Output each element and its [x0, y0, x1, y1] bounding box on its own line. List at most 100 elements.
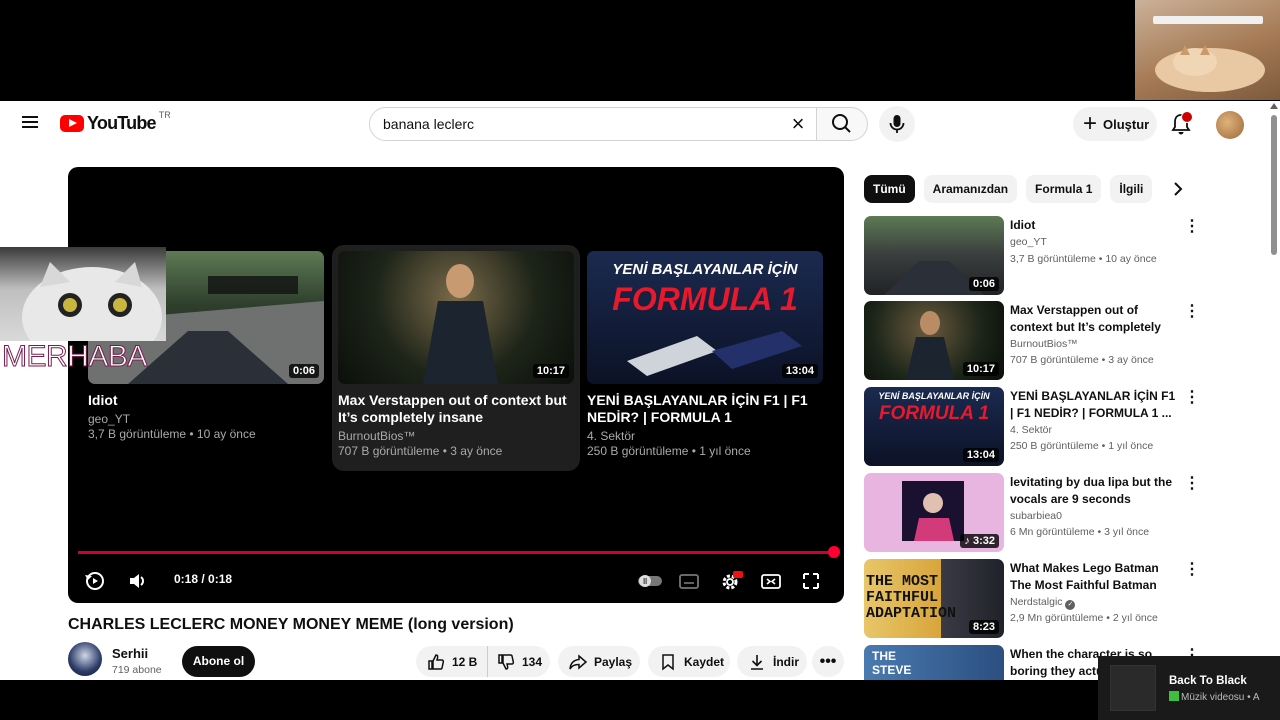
end-card-channel: geo_YT: [88, 412, 131, 426]
region-code: TR: [158, 109, 171, 120]
recommendation-item[interactable]: THE MOST FAITHFUL ADAPTATION 8:23 What M…: [864, 559, 1204, 639]
settings-gear-icon[interactable]: [718, 569, 744, 593]
recommendation-channel: subarbiea0: [1010, 510, 1062, 522]
channel-avatar[interactable]: [68, 642, 102, 676]
end-card-duration: 0:06: [288, 364, 319, 378]
share-button[interactable]: Paylaş: [558, 646, 640, 677]
stream-overlay-text: MERHABA: [2, 340, 148, 374]
recommendation-title: levitating by dua lipa but the vocals ar…: [1010, 475, 1173, 506]
now-playing-subtitle: Müzik videosu • A: [1169, 691, 1260, 703]
end-card-meta: 3,7 B görüntüleme • 10 ay önce: [88, 427, 256, 441]
microphone-icon: [889, 115, 905, 133]
end-card-title: YENİ BAŞLAYANLAR İÇİN F1 | F1 NEDİR? | F…: [587, 392, 808, 425]
menu-icon[interactable]: [18, 113, 42, 137]
theater-mode-icon[interactable]: [758, 569, 784, 593]
page-scrollbar[interactable]: [1268, 101, 1280, 680]
music-icon: [1169, 691, 1179, 701]
masthead: YouTube TR × + Oluştur: [0, 101, 1280, 147]
thumbnail-text: THE STEVE: [872, 649, 912, 677]
search-icon: [832, 114, 851, 133]
channel-name: Nerdstalgic: [1010, 596, 1063, 608]
recommendation-meta: 6 Mn görüntüleme • 3 yıl önce: [1010, 526, 1150, 538]
end-card-title: Max Verstappen out of context but It’s c…: [338, 392, 567, 425]
now-playing-title: Back To Black: [1169, 675, 1247, 687]
recommendation-meta: 250 B görüntüleme • 1 yıl önce: [1010, 440, 1154, 452]
end-card-title: Idiot: [88, 392, 118, 408]
search-input[interactable]: [383, 116, 763, 132]
more-options-icon[interactable]: ⋮: [1182, 475, 1202, 495]
scroll-up-arrow-icon[interactable]: [1270, 103, 1278, 109]
recommendation-item[interactable]: 0:06 Idiot geo_YT 3,7 B görüntüleme • 10…: [864, 216, 1204, 296]
recommendation-item[interactable]: ♪ 3:32 levitating by dua lipa but the vo…: [864, 473, 1204, 553]
end-card-meta: 707 B görüntüleme • 3 ay önce: [338, 444, 503, 458]
recommendation-meta: 3,7 B görüntüleme • 10 ay önce: [1010, 253, 1157, 265]
channel-name[interactable]: Serhii: [112, 646, 148, 661]
recommendation-thumbnail: THE MOST FAITHFUL ADAPTATION 8:23: [864, 559, 1004, 638]
end-card[interactable]: YENİ BAŞLAYANLAR İÇİN FORMULA 1 13:04 YE…: [587, 251, 823, 459]
recommendation-meta: 707 B görüntüleme • 3 ay önce: [1010, 354, 1154, 366]
recommendation-thumbnail: ♪ 3:32: [864, 473, 1004, 552]
more-options-icon[interactable]: ⋮: [1182, 561, 1202, 581]
save-label: Kaydet: [684, 654, 725, 669]
notification-badge: [1181, 111, 1193, 123]
chip-from-search[interactable]: Aramanızdan: [923, 175, 1018, 203]
recommendation-thumbnail: 0:06: [864, 216, 1004, 295]
thumbnail-text: YENİ BAŞLAYANLAR İÇİN: [878, 391, 990, 401]
autoplay-toggle[interactable]: [636, 569, 664, 593]
create-button[interactable]: + Oluştur: [1073, 107, 1157, 141]
end-card[interactable]: 10:17 Max Verstappen out of context but …: [332, 245, 580, 471]
fullscreen-icon[interactable]: [798, 569, 824, 593]
end-card-thumbnail: YENİ BAŞLAYANLAR İÇİN FORMULA 1 13:04: [587, 251, 823, 384]
end-card-duration: 13:04: [781, 364, 818, 378]
logo-wordmark: YouTube: [87, 113, 157, 133]
end-card-meta: 250 B görüntüleme • 1 yıl önce: [587, 444, 751, 458]
recommendation-title: Idiot: [1010, 218, 1036, 232]
subscribe-button[interactable]: Abone ol: [182, 646, 255, 677]
volume-icon[interactable]: [124, 569, 150, 593]
recommendation-item[interactable]: 10:17 Max Verstappen out of context but …: [864, 301, 1204, 381]
video-duration: 10:17: [962, 362, 999, 376]
dislike-button[interactable]: 134: [488, 646, 542, 677]
video-duration: 8:23: [968, 620, 999, 634]
more-actions-icon[interactable]: •••: [812, 646, 844, 677]
save-button[interactable]: Kaydet: [648, 646, 730, 677]
chip-related[interactable]: İlgili: [1110, 175, 1153, 203]
more-options-icon[interactable]: ⋮: [1182, 389, 1202, 409]
search-button[interactable]: [816, 107, 868, 141]
clear-search-icon[interactable]: ×: [788, 113, 808, 135]
chip-all[interactable]: Tümü: [864, 175, 915, 203]
like-button[interactable]: 12 B: [416, 646, 488, 677]
bookmark-icon: [662, 653, 674, 671]
recommendation-channel: 4. Sektör: [1010, 424, 1053, 436]
progress-scrubber[interactable]: [828, 546, 840, 558]
more-options-icon[interactable]: ⋮: [1182, 218, 1202, 238]
youtube-logo[interactable]: YouTube TR: [60, 109, 171, 134]
progress-bar[interactable]: [78, 551, 834, 554]
end-card-channel: BurnoutBios™: [338, 429, 416, 443]
search-box: ×: [369, 107, 817, 141]
scrollbar-thumb[interactable]: [1271, 115, 1277, 255]
recommendation-channel: Nerdstalgic ✓: [1010, 596, 1076, 610]
now-playing-card[interactable]: Back To Black Müzik videosu • A: [1098, 656, 1280, 720]
subscriber-count: 719 abone: [112, 664, 162, 676]
recommendation-item[interactable]: YENİ BAŞLAYANLAR İÇİN FORMULA 1 13:04 YE…: [864, 387, 1204, 467]
end-card-channel: 4. Sektör: [587, 429, 636, 443]
webcam-overlay-cat: [1135, 0, 1280, 100]
chip-formula-1[interactable]: Formula 1: [1026, 175, 1102, 203]
chevron-right-icon[interactable]: [1166, 177, 1190, 201]
youtube-play-icon: [60, 115, 84, 132]
recommendation-thumbnail: 10:17: [864, 301, 1004, 380]
video-duration: 0:06: [968, 277, 999, 291]
replay-icon[interactable]: [82, 569, 108, 593]
subtitles-icon[interactable]: [676, 569, 702, 593]
more-options-icon[interactable]: ⋮: [1182, 303, 1202, 323]
time-display: 0:18 / 0:18: [174, 572, 233, 586]
download-button[interactable]: İndir: [737, 646, 807, 677]
account-avatar[interactable]: [1216, 111, 1244, 139]
voice-search-button[interactable]: [879, 106, 915, 142]
recommendation-thumbnail: YENİ BAŞLAYANLAR İÇİN FORMULA 1 13:04: [864, 387, 1004, 466]
cat-image: [1155, 45, 1265, 92]
video-duration: 13:04: [962, 448, 999, 462]
thumbnail-text: THE MOST FAITHFUL ADAPTATION: [866, 573, 957, 622]
video-player[interactable]: 0:06 Idiot geo_YT 3,7 B görüntüleme • 10…: [68, 167, 844, 603]
